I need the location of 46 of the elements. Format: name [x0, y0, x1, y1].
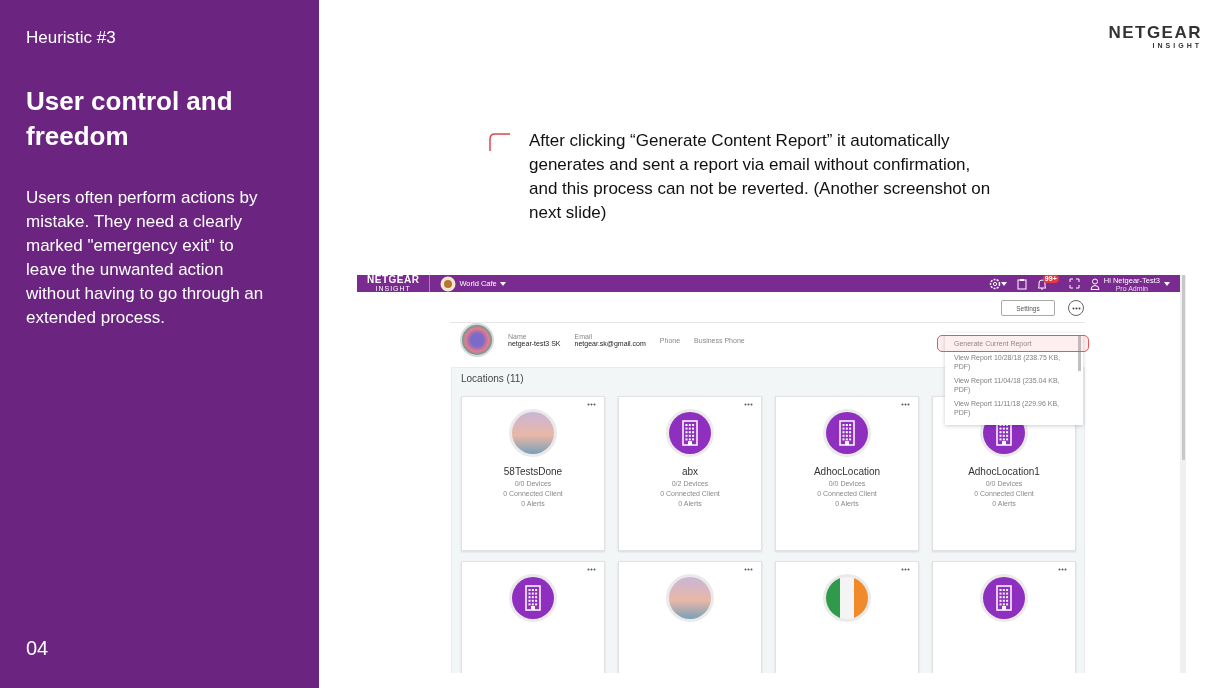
location-name: abx	[681, 466, 699, 477]
clipboard-icon	[1016, 277, 1027, 290]
note-text: After clicking “Generate Content Report” it automatically generates and sent a report via email without confirmation, and this process can not be reverted. (Another screenshot on next slide)	[529, 130, 992, 224]
more-icon[interactable]	[901, 403, 910, 406]
more-icon[interactable]	[744, 403, 753, 406]
location-name: AdhocLocation	[813, 466, 881, 477]
bracket-icon	[489, 133, 511, 151]
more-options-button[interactable]	[1068, 300, 1084, 316]
building-icon	[839, 420, 855, 446]
heuristic-label: Heuristic #3	[26, 28, 117, 48]
building-icon	[525, 585, 541, 611]
panel-title: Locations (11)	[461, 373, 524, 384]
location-card[interactable]	[932, 561, 1076, 673]
gear-icon	[988, 277, 1001, 290]
dots-icon	[1071, 306, 1081, 310]
location-name: AdhocLocation1	[968, 466, 1040, 477]
brand-name: NETGEAR	[1108, 24, 1202, 42]
more-icon[interactable]	[901, 568, 910, 571]
more-icon[interactable]	[587, 403, 596, 406]
building-icon	[996, 585, 1012, 611]
building-icon	[682, 420, 698, 446]
caret-icon	[499, 281, 506, 286]
user-icon	[1089, 277, 1100, 290]
fullscreen-button[interactable]	[1068, 278, 1080, 289]
bell-icon	[1036, 277, 1047, 290]
slide-title: User control and freedom	[26, 85, 234, 153]
location-card[interactable]	[461, 561, 605, 673]
location-card[interactable]	[775, 561, 919, 673]
caret-icon	[1164, 281, 1170, 286]
app-logo: NETGEAR	[367, 275, 420, 285]
page-number: 04	[26, 637, 50, 660]
more-icon[interactable]	[587, 568, 596, 571]
fullscreen-icon	[1068, 278, 1080, 289]
settings-button[interactable]	[988, 277, 1007, 290]
profile-avatar	[460, 323, 494, 357]
menu-scrollbar	[1078, 336, 1081, 371]
location-logo-icon	[440, 275, 457, 292]
clipboard-button[interactable]	[1016, 277, 1027, 290]
location-name: 58TestsDone	[503, 466, 563, 477]
slide-description: Users often perform actions by mistake. They need a clearly marked "emergency exit" to leave the unwanted action without having to go through an extended process.	[26, 187, 265, 329]
more-icon[interactable]	[1058, 568, 1067, 571]
photo-placeholder	[512, 412, 554, 454]
caret-icon	[1000, 281, 1007, 286]
flag-drawing	[826, 577, 868, 619]
more-icon[interactable]	[744, 568, 753, 571]
photo-placeholder	[669, 577, 711, 619]
